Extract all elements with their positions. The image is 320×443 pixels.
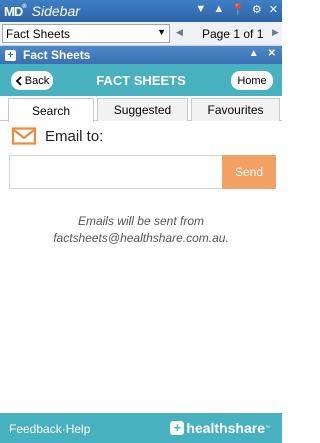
envelope-icon [12, 127, 36, 145]
email-row: Email to: [12, 127, 103, 145]
scroll-down-icon[interactable]: ▼ [195, 3, 206, 16]
tab-favourites[interactable]: Favourites [191, 98, 280, 121]
email-input[interactable] [9, 155, 222, 189]
window-titlebar: MD® Sidebar ▼ ▲ 📍 ⚙ ✕ [0, 0, 282, 22]
email-note-line2: factsheets@healthshare.com.au. [53, 231, 229, 245]
tab-bar: Search Suggested Favourites [0, 96, 282, 122]
panel-controls: ▲ ✕ [249, 48, 276, 59]
close-panel-icon[interactable]: ✕ [268, 48, 276, 59]
next-page-icon[interactable]: ▶ [272, 27, 279, 38]
gear-icon[interactable]: ⚙ [252, 3, 262, 16]
healthshare-logo: + healthshare ™ [170, 420, 270, 436]
app-logo: MD® [4, 3, 27, 19]
tab-suggested[interactable]: Suggested [97, 98, 188, 121]
chevron-down-icon[interactable]: ▼ [157, 27, 166, 37]
tab-search[interactable]: Search [8, 98, 94, 122]
pin-icon[interactable]: 📍 [231, 3, 245, 16]
panel-title: Fact Sheets [23, 48, 91, 62]
scroll-up-icon[interactable]: ▲ [213, 3, 224, 16]
plus-icon: + [170, 421, 185, 435]
panel-header: + Fact Sheets ▲ ✕ [0, 46, 282, 64]
window-controls: ▼ ▲ 📍 ⚙ ✕ [195, 3, 278, 16]
email-note-line1: Emails will be sent from [77, 214, 205, 228]
footer-links: Feedback·Help [9, 422, 90, 436]
window-title: Sidebar [31, 3, 80, 19]
module-select[interactable]: Fact Sheets ▼ [2, 24, 170, 43]
home-button[interactable]: Home [231, 71, 273, 90]
help-link[interactable]: Help [66, 422, 91, 436]
send-button[interactable]: Send [222, 155, 276, 189]
email-note: Emails will be sent from factsheets@heal… [0, 213, 282, 247]
close-icon[interactable]: ✕ [269, 3, 278, 16]
expand-icon[interactable]: + [5, 49, 16, 61]
feedback-link[interactable]: Feedback [9, 422, 62, 436]
email-label: Email to: [45, 127, 104, 145]
page-indicator: Page 1 of 1 [202, 27, 264, 41]
previous-page-icon[interactable]: ◀ [176, 27, 183, 38]
page-header: Back FACT SHEETS Home [0, 64, 282, 96]
footer: Feedback·Help + healthshare ™ [0, 413, 282, 443]
brand-name: healthshare [186, 420, 265, 436]
collapse-panel-icon[interactable]: ▲ [249, 48, 259, 59]
toolbar: Fact Sheets ▼ ◀ Page 1 of 1 ▶ [0, 22, 282, 46]
module-select-value: Fact Sheets [6, 27, 71, 41]
